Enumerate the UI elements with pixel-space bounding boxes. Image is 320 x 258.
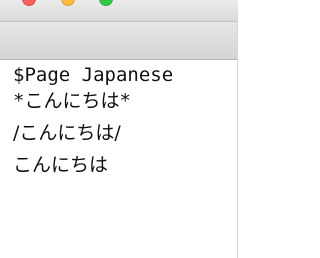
minimize-window-button[interactable] <box>61 0 75 6</box>
close-window-button[interactable] <box>22 0 36 6</box>
bold-text-line: *こんにちは* <box>13 90 131 112</box>
toolbar <box>0 22 238 60</box>
page-heading-line: $Page Japanese <box>13 64 174 86</box>
app-window: $Page Japanese *こんにちは* /こんにちは/ こんにちは <box>0 0 238 258</box>
italic-text-line: /こんにちは/ <box>13 122 121 144</box>
maximize-window-button[interactable] <box>99 0 113 6</box>
title-bar <box>0 0 238 22</box>
window-edge <box>237 22 238 258</box>
document-content[interactable]: $Page Japanese *こんにちは* /こんにちは/ こんにちは <box>0 60 238 258</box>
plain-text-line: こんにちは <box>13 154 109 176</box>
